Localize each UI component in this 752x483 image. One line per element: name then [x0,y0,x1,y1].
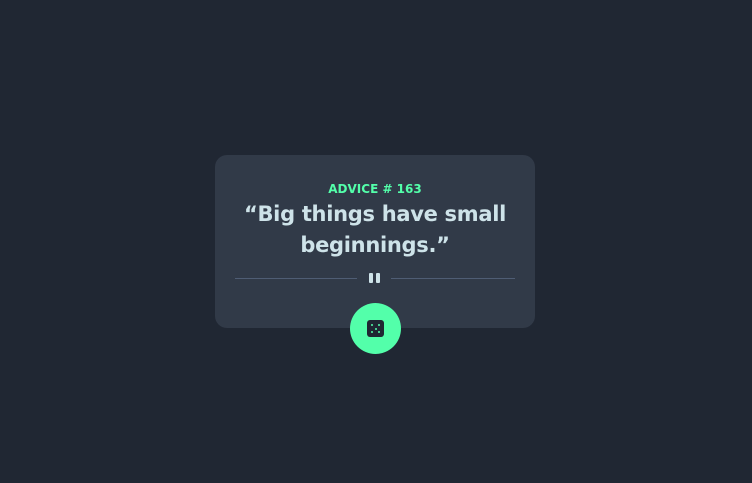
advice-number: ADVICE # 163 [328,182,422,196]
divider [235,271,515,285]
divider-line-right [391,278,515,279]
dice-icon [367,320,384,337]
advice-quote: “Big things have small beginnings.” [243,202,507,257]
pause-icon [368,273,382,283]
new-advice-button[interactable] [350,303,401,354]
divider-line-left [235,278,357,279]
